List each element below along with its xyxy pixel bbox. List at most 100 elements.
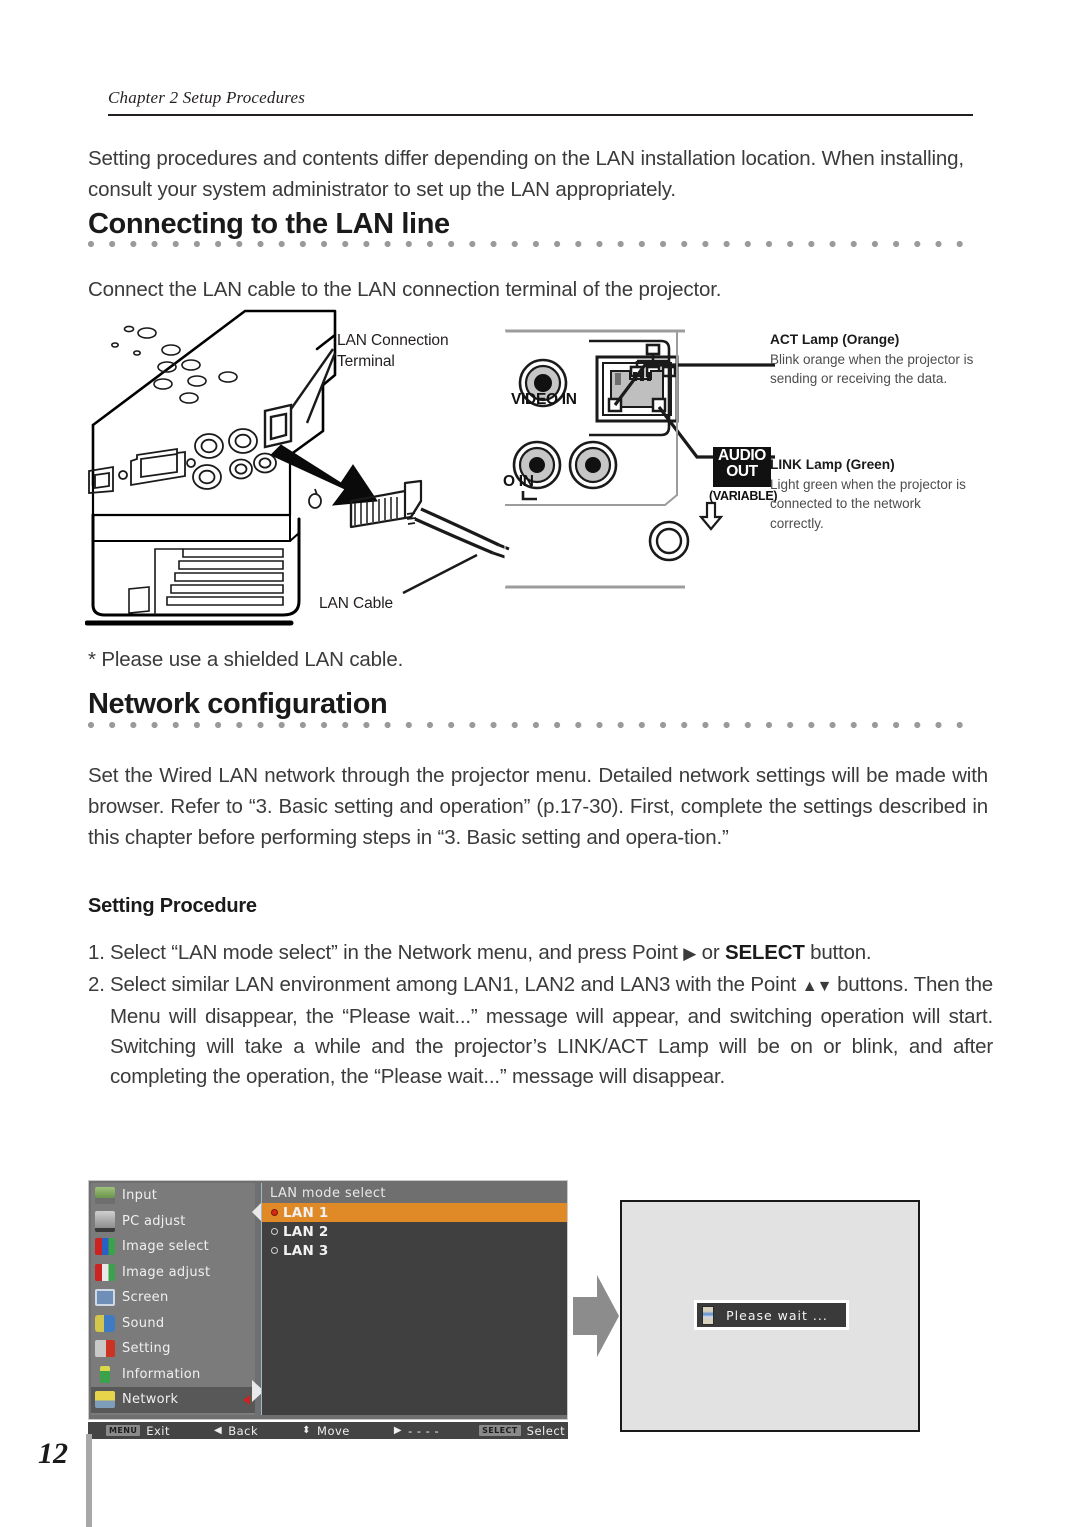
folio-rule xyxy=(86,1434,92,1527)
lan-option-lan1[interactable]: LAN 1 xyxy=(252,1203,567,1222)
manual-page: Chapter 2 Setup Procedures Setting proce… xyxy=(0,0,1080,1527)
network-icon xyxy=(95,1391,115,1409)
pc-adjust-icon xyxy=(95,1210,115,1232)
transition-arrow-icon xyxy=(573,1275,619,1357)
lan-option-label: LAN 1 xyxy=(283,1204,329,1221)
page-number: 12 xyxy=(38,1437,68,1470)
osd-screenshot: Input PC adjust Image select Image adjus… xyxy=(88,1180,568,1439)
variable-label: (VARIABLE) xyxy=(709,489,778,503)
radio-icon xyxy=(271,1247,278,1254)
heading-dot-rule-2 xyxy=(88,722,972,730)
radio-icon xyxy=(271,1209,278,1216)
point-up-down-icon: ▲▼ xyxy=(801,978,833,995)
menu-item-screen[interactable]: Screen xyxy=(91,1285,255,1311)
act-lamp-note-body: Blink orange when the projector is sendi… xyxy=(770,351,974,387)
osd-window: Input PC adjust Image select Image adjus… xyxy=(88,1180,568,1420)
chevron-right-icon xyxy=(243,1395,250,1405)
menu-item-label: Setting xyxy=(122,1341,171,1357)
image-adjust-icon xyxy=(95,1263,115,1281)
menu-item-image-adjust[interactable]: Image adjust xyxy=(91,1260,255,1286)
setting-icon xyxy=(95,1340,115,1358)
projected-screen: Please wait ... xyxy=(620,1200,920,1432)
link-lamp-note-body: Light green when the projector is connec… xyxy=(770,476,966,531)
menu-item-image-select[interactable]: Image select xyxy=(91,1234,255,1260)
select-key-icon: SELECT xyxy=(479,1425,521,1436)
lan-connection-figure: VIDEO IN O IN AUDIO OUT (VARIABLE) LAN C… xyxy=(84,305,995,635)
please-wait-screenshot: Please wait ... xyxy=(620,1200,920,1432)
step-1-number: 1. xyxy=(88,941,105,964)
osd-bottom-bar: MENU Exit ◀ Back ⬍ Move ▶ - - - - SELECT… xyxy=(88,1422,568,1439)
screen-icon xyxy=(95,1289,115,1307)
step-1-text-b: or xyxy=(696,941,725,964)
menu-item-label: Information xyxy=(122,1366,201,1382)
arrow-up-down-icon: ⬍ xyxy=(302,1425,312,1436)
menu-item-label: Network xyxy=(122,1392,179,1408)
intro-paragraph: Setting procedures and contents differ d… xyxy=(88,147,964,201)
heading-connecting-lan-line: Connecting to the LAN line xyxy=(88,208,450,240)
menu-item-label: Image adjust xyxy=(122,1264,211,1280)
osd-action-exit[interactable]: MENU Exit xyxy=(106,1424,170,1438)
lan-option-lan2[interactable]: LAN 2 xyxy=(262,1222,567,1241)
step-1-text: Select “LAN mode select” in the Network … xyxy=(110,938,993,968)
audio-out-line1: AUDIO xyxy=(718,447,766,464)
step-2-number: 2. xyxy=(88,973,105,996)
lan-option-lan3[interactable]: LAN 3 xyxy=(262,1241,567,1260)
osd-action-back[interactable]: ◀ Back xyxy=(214,1424,258,1438)
menu-item-network[interactable]: Network xyxy=(91,1387,255,1413)
osd-action-label: - - - - xyxy=(408,1423,440,1438)
input-icon xyxy=(95,1187,115,1205)
menu-item-information[interactable]: Information xyxy=(91,1362,255,1388)
row-pointer-icon xyxy=(252,1203,261,1221)
lan-option-label: LAN 3 xyxy=(283,1242,329,1259)
menu-item-sound[interactable]: Sound xyxy=(91,1311,255,1337)
audio-out-label: AUDIO OUT xyxy=(714,448,770,480)
step-2-text: Select similar LAN environment among LAN… xyxy=(110,970,993,1092)
link-lamp-note-title: LINK Lamp (Green) xyxy=(770,457,895,472)
audio-in-label: O IN xyxy=(503,473,534,490)
menu-item-setting[interactable]: Setting xyxy=(91,1336,255,1362)
heading-setting-procedure: Setting Procedure xyxy=(88,895,257,917)
lan-option-label: LAN 2 xyxy=(283,1223,329,1240)
menu-item-label: Input xyxy=(122,1188,158,1204)
osd-main-menu[interactable]: Input PC adjust Image select Image adjus… xyxy=(91,1183,255,1415)
link-lamp-note: LINK Lamp (Green) Light green when the p… xyxy=(770,455,975,533)
please-wait-message: Please wait ... xyxy=(726,1307,828,1323)
osd-action-move[interactable]: ⬍ Move xyxy=(302,1424,350,1438)
osd-action-label: Move xyxy=(317,1423,350,1438)
menu-item-input[interactable]: Input xyxy=(91,1183,255,1209)
menu-key-icon: MENU xyxy=(106,1425,141,1436)
step-2: 2. Select similar LAN environment among … xyxy=(88,970,993,1092)
video-in-label: VIDEO IN xyxy=(511,391,577,408)
lan-cable-label: LAN Cable xyxy=(319,595,394,612)
osd-action-next[interactable]: ▶ - - - - xyxy=(394,1424,439,1438)
arrow-left-icon: ◀ xyxy=(214,1425,223,1436)
lan-mode-select-title: LAN mode select xyxy=(262,1183,567,1203)
menu-item-pc-adjust[interactable]: PC adjust xyxy=(91,1209,255,1235)
osd-action-select[interactable]: SELECT Select xyxy=(479,1424,565,1438)
image-select-icon xyxy=(95,1238,115,1256)
act-lamp-note: ACT Lamp (Orange) Blink orange when the … xyxy=(770,330,975,389)
running-head-text: Chapter 2 Setup Procedures xyxy=(108,88,306,107)
please-wait-dialog: Please wait ... xyxy=(694,1300,849,1330)
audio-out-line2: OUT xyxy=(726,463,758,480)
information-icon xyxy=(100,1365,110,1383)
running-head: Chapter 2 Setup Procedures xyxy=(108,88,973,116)
point-right-icon: ▶ xyxy=(683,944,697,963)
heading-dot-rule xyxy=(88,241,972,249)
shielded-cable-footnote: * Please use a shielded LAN cable. xyxy=(88,648,404,671)
insert-arrow-icon xyxy=(270,444,378,506)
select-button-name: SELECT xyxy=(724,941,805,964)
act-lamp-note-title: ACT Lamp (Orange) xyxy=(770,332,900,347)
osd-action-label: Back xyxy=(228,1423,259,1438)
arrow-right-icon: ▶ xyxy=(393,1425,403,1436)
network-config-body: Set the Wired LAN network through the pr… xyxy=(88,764,988,849)
osd-action-label: Select xyxy=(526,1423,566,1438)
radio-icon xyxy=(271,1228,278,1235)
heading-network-configuration: Network configuration xyxy=(88,688,388,720)
setting-procedure-steps: 1. Select “LAN mode select” in the Netwo… xyxy=(88,938,993,1092)
menu-item-label: Sound xyxy=(122,1315,165,1331)
menu-item-label: Screen xyxy=(122,1290,169,1306)
lan-terminal-label: LAN Connection Terminal xyxy=(337,332,449,370)
step-1: 1. Select “LAN mode select” in the Netwo… xyxy=(88,938,993,968)
hourglass-icon xyxy=(702,1305,714,1325)
